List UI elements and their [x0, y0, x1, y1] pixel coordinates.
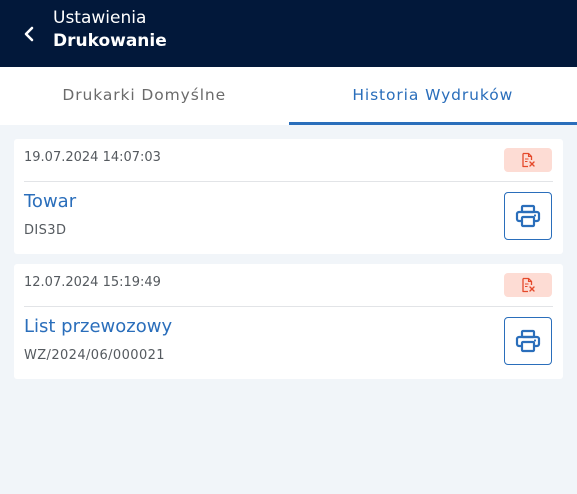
chevron-left-icon — [24, 26, 34, 42]
print-datetime: 12.07.2024 15:19:49 — [24, 275, 161, 290]
document-title: Towar — [24, 191, 77, 212]
back-button[interactable] — [14, 20, 44, 48]
error-badge — [504, 148, 552, 172]
tab-bar: Drukarki Domyślne Historia Wydruków — [0, 67, 577, 125]
history-card: 12.07.2024 15:19:49 List przewozowy WZ/2… — [14, 264, 563, 379]
header-title: Ustawienia — [53, 8, 147, 28]
history-card: 19.07.2024 14:07:03 Towar DIS3D — [14, 139, 563, 254]
document-title: List przewozowy — [24, 316, 173, 337]
document-code: WZ/2024/06/000021 — [24, 348, 165, 363]
tab-print-history[interactable]: Historia Wydruków — [288, 67, 577, 125]
document-error-icon — [522, 277, 535, 293]
document-error-icon — [522, 152, 535, 168]
tab-default-printers[interactable]: Drukarki Domyślne — [0, 67, 289, 125]
app-header: Ustawienia Drukowanie — [0, 0, 577, 67]
error-badge — [504, 273, 552, 297]
header-titles: Ustawienia Drukowanie — [53, 6, 167, 53]
print-datetime: 19.07.2024 14:07:03 — [24, 150, 161, 165]
printer-icon — [515, 204, 541, 228]
page-title: Drukowanie — [53, 31, 167, 51]
print-button[interactable] — [504, 192, 552, 240]
print-button[interactable] — [504, 317, 552, 365]
card-divider — [24, 181, 553, 182]
printer-icon — [515, 329, 541, 353]
card-divider — [24, 306, 553, 307]
document-code: DIS3D — [24, 223, 67, 238]
